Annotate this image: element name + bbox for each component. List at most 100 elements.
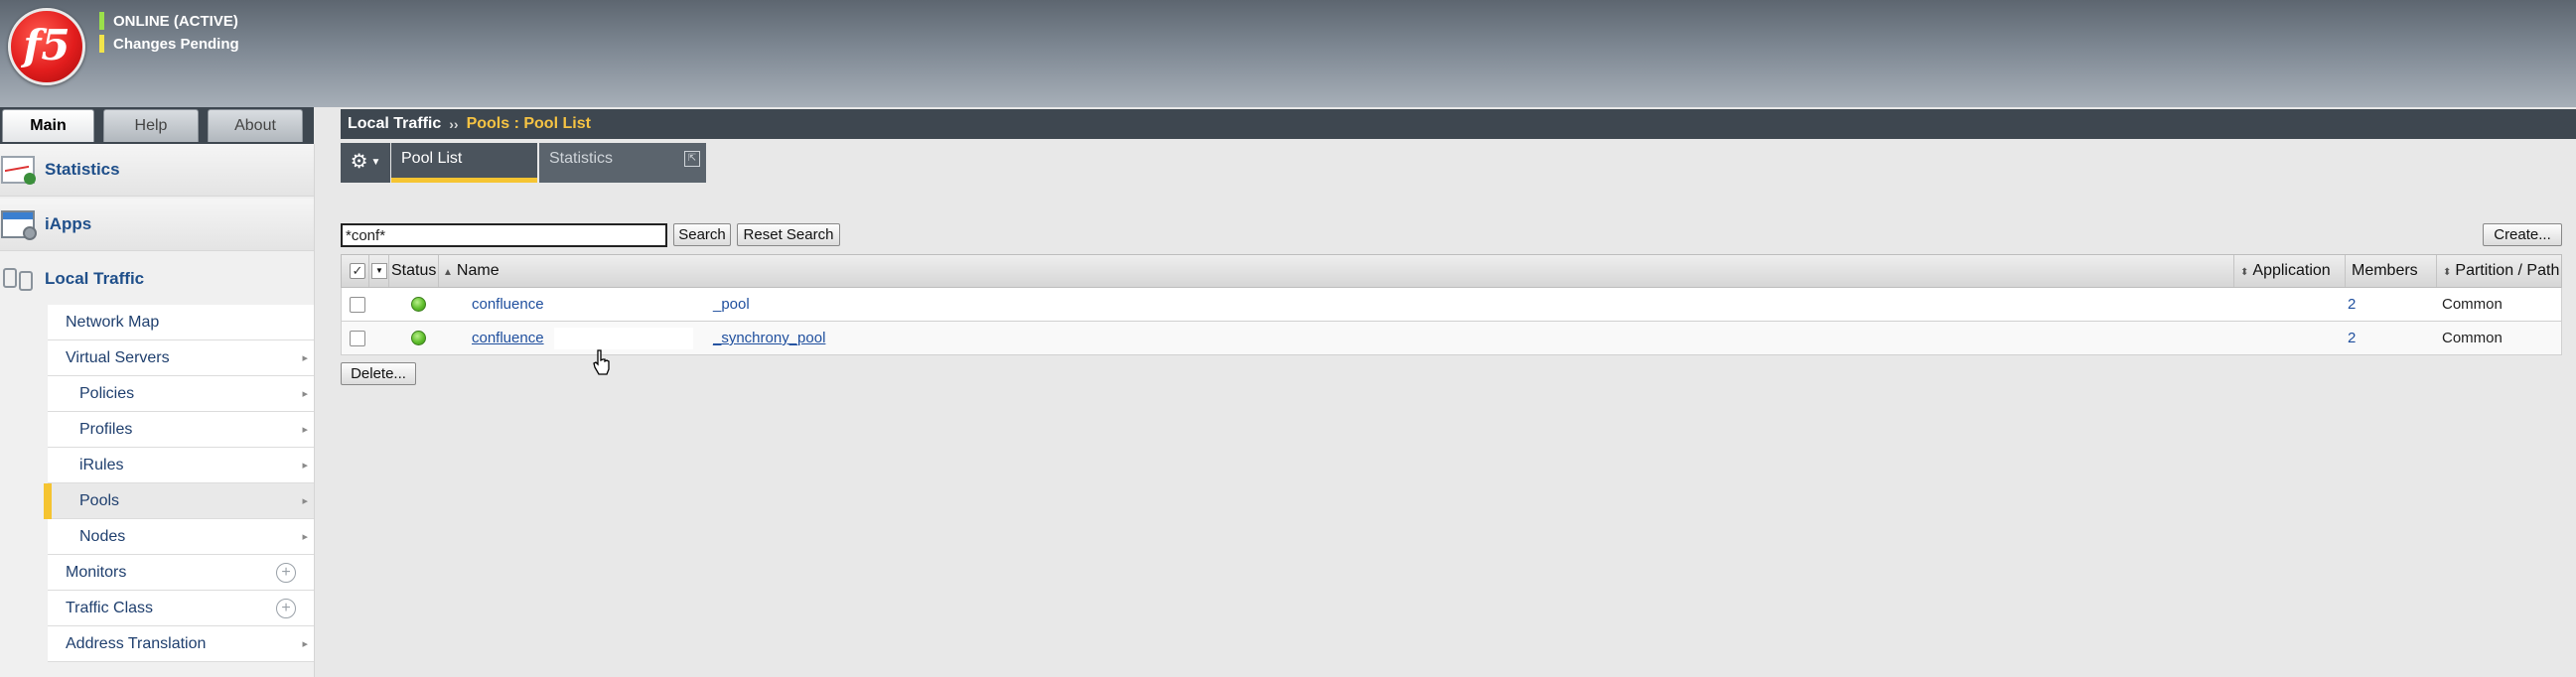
sidebar-section-local-traffic[interactable]: Local Traffic — [0, 253, 314, 305]
tab-statistics-label: Statistics — [549, 150, 614, 167]
sidebar-item-label: iRules — [79, 457, 124, 474]
row-checkbox[interactable] — [350, 297, 365, 313]
pool-name-suffix[interactable]: _pool — [713, 288, 750, 321]
search-button[interactable]: Search — [673, 223, 731, 246]
sidebar-item-network-map[interactable]: Network Map — [48, 305, 314, 340]
header-select-column — [342, 255, 369, 287]
add-traffic-class-icon[interactable]: + — [276, 599, 296, 618]
chevron-right-icon: ▸ — [302, 495, 308, 507]
table-row: confluence _synchrony_pool 2 Common — [341, 322, 2562, 355]
header-options-column: ▼ — [369, 255, 389, 287]
status-pending-indicator — [99, 35, 104, 53]
status-pending-text[interactable]: Changes Pending — [113, 36, 239, 53]
sidebar-item-label: Policies — [79, 385, 135, 402]
tab-about[interactable]: About — [208, 109, 303, 142]
status-available-icon — [411, 297, 426, 312]
local-traffic-icon — [1, 265, 35, 293]
breadcrumb-separator: ›› — [449, 116, 459, 132]
reset-search-button[interactable]: Reset Search — [737, 223, 840, 246]
status-changes-pending[interactable]: Changes Pending — [99, 34, 239, 54]
header-status[interactable]: Status — [389, 255, 439, 287]
sidebar-item-pools[interactable]: Pools ▸ — [44, 483, 314, 519]
column-options-dropdown[interactable]: ▼ — [371, 263, 387, 279]
sidebar-item-address-translation[interactable]: Address Translation ▸ — [48, 626, 314, 662]
f5-logo[interactable]: f5 — [8, 8, 85, 85]
status-online-text: ONLINE (ACTIVE) — [113, 12, 238, 30]
tab-pool-list[interactable]: Pool List — [391, 143, 537, 183]
sidebar-item-virtual-servers[interactable]: Virtual Servers ▸ — [48, 340, 314, 376]
header-name-label: Name — [456, 262, 500, 279]
sidebar-item-irules[interactable]: iRules ▸ — [48, 448, 314, 483]
sidebar-item-label: Traffic Class — [66, 600, 154, 616]
sidebar-item-monitors[interactable]: Monitors + — [48, 555, 314, 591]
pool-partition: Common — [2442, 296, 2503, 313]
iapps-icon — [1, 210, 37, 240]
hand-cursor-icon — [593, 349, 610, 375]
header-partition[interactable]: ⬍ Partition / Path — [2437, 255, 2561, 287]
sidebar-item-nodes[interactable]: Nodes ▸ — [48, 519, 314, 555]
pool-partition: Common — [2442, 330, 2503, 346]
sidebar-item-traffic-class[interactable]: Traffic Class + — [48, 591, 314, 626]
header-application-label: Application — [2252, 262, 2331, 279]
chevron-right-icon: ▸ — [302, 388, 308, 400]
breadcrumb-root[interactable]: Local Traffic — [348, 115, 441, 133]
sort-icon: ⬍ — [2240, 267, 2249, 278]
status-online-indicator — [99, 12, 104, 30]
status-online: ONLINE (ACTIVE) — [99, 11, 238, 31]
tab-help[interactable]: Help — [103, 109, 199, 142]
row-checkbox[interactable] — [350, 331, 365, 346]
header-name[interactable]: ▲ Name — [439, 255, 2234, 287]
sidebar-item-label: Nodes — [79, 528, 126, 545]
sidebar-item-label: Address Translation — [66, 635, 207, 652]
sidebar-section-statistics[interactable]: Statistics — [0, 144, 314, 197]
table-header: ✓ ▼ Status ▲ Name ⬍ Application Members ⬍ P… — [341, 254, 2562, 288]
pool-members-link[interactable]: 2 — [2348, 288, 2356, 321]
sort-asc-icon: ▲ — [443, 267, 453, 278]
external-link-icon[interactable]: ⇱ — [684, 151, 700, 167]
local-traffic-subnav: Network Map Virtual Servers ▸ Policies ▸… — [44, 305, 314, 662]
delete-button[interactable]: Delete... — [341, 362, 416, 385]
status-available-icon — [411, 331, 426, 345]
sidebar-item-label: Pools — [79, 492, 120, 509]
search-input[interactable] — [341, 223, 667, 247]
sidebar-section-label: Local Traffic — [45, 269, 145, 288]
chevron-right-icon: ▸ — [302, 638, 308, 650]
gear-menu-button[interactable]: ⚙ ▼ — [341, 143, 390, 183]
breadcrumb-current: Pools : Pool List — [466, 115, 591, 132]
sidebar-section-label: Statistics — [45, 160, 120, 179]
sidebar-item-label: Profiles — [79, 421, 133, 438]
pool-name-link[interactable]: confluence — [472, 288, 544, 321]
header-members: Members — [2346, 255, 2437, 287]
redacted-block — [554, 294, 693, 316]
sidebar-item-profiles[interactable]: Profiles ▸ — [48, 412, 314, 448]
tab-main[interactable]: Main — [2, 109, 94, 142]
gear-icon: ⚙ — [350, 151, 368, 173]
page-tabs: ⚙ ▼ Pool List Statistics ⇱ — [341, 139, 2576, 183]
create-button[interactable]: Create... — [2483, 223, 2562, 246]
chevron-down-icon: ▼ — [370, 156, 381, 168]
pool-name-suffix[interactable]: _synchrony_pool — [713, 322, 825, 354]
tab-statistics[interactable]: Statistics ⇱ — [539, 143, 706, 183]
pool-name-link[interactable]: confluence — [472, 322, 544, 354]
add-monitor-icon[interactable]: + — [276, 563, 296, 583]
table-row: confluence _pool 2 Common — [341, 288, 2562, 322]
chevron-right-icon: ▸ — [302, 352, 308, 364]
sidebar-section-label: iApps — [45, 214, 92, 233]
header-application[interactable]: ⬍ Application — [2234, 255, 2346, 287]
chevron-right-icon: ▸ — [302, 460, 308, 472]
statistics-icon — [1, 156, 36, 185]
left-nav-tabs: Main Help About — [0, 107, 314, 144]
redacted-block — [554, 328, 693, 349]
chevron-right-icon: ▸ — [302, 424, 308, 436]
sidebar-item-label: Monitors — [66, 564, 127, 581]
app-header: f5 ONLINE (ACTIVE) Changes Pending — [0, 0, 2576, 107]
sidebar: Statistics iApps Local Traffic Network M… — [0, 144, 315, 677]
sidebar-section-iapps[interactable]: iApps — [0, 199, 314, 251]
chevron-right-icon: ▸ — [302, 531, 308, 543]
pool-members-link[interactable]: 2 — [2348, 322, 2356, 354]
sidebar-item-label: Virtual Servers — [66, 349, 170, 366]
header-partition-label: Partition / Path — [2455, 262, 2560, 279]
pool-list-table: ✓ ▼ Status ▲ Name ⬍ Application Members ⬍ P… — [341, 254, 2562, 355]
sidebar-item-policies[interactable]: Policies ▸ — [48, 376, 314, 412]
sidebar-item-label: Network Map — [66, 314, 160, 331]
